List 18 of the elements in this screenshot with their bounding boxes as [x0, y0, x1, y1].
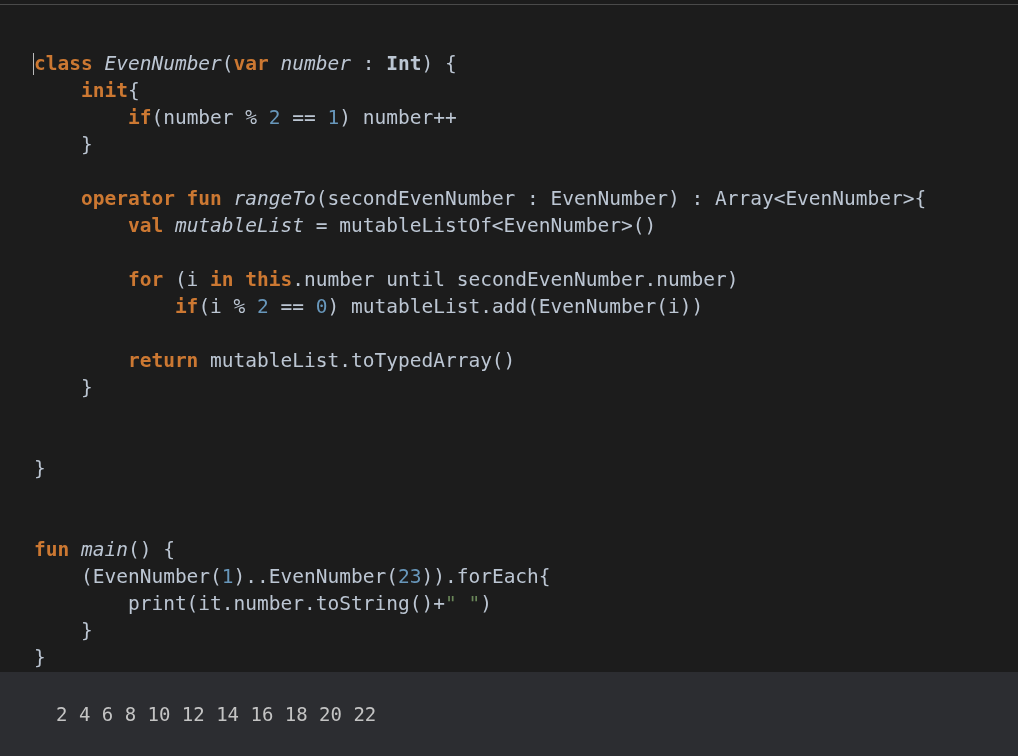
text-cursor — [33, 53, 34, 75]
code-line: (EvenNumber(1)..EvenNumber(23)).forEach{ — [79, 564, 551, 590]
code-line: val mutableList = mutableListOf<EvenNumber>() — [126, 213, 657, 239]
code-line: print(it.number.toString()+" ") — [126, 591, 492, 617]
code-line: } — [79, 132, 93, 158]
code-line: fun main() { — [34, 537, 175, 563]
program-output: 2 4 6 8 10 12 14 16 18 20 22 — [56, 703, 377, 725]
code-line: if(i % 2 == 0) mutableList.add(EvenNumber(i)) — [173, 294, 704, 320]
code-line: return mutableList.toTypedArray() — [126, 348, 516, 374]
code-line: class EvenNumber(var number : Int) { — [34, 51, 457, 77]
code-line: } — [79, 618, 93, 644]
code-line: init{ — [79, 78, 140, 104]
code-line: } — [34, 645, 46, 671]
code-line: operator fun rangeTo(secondEvenNumber : EvenNumber) : Array<EvenNumber>{ — [79, 186, 927, 212]
code-line: if(number % 2 == 1) number++ — [126, 105, 457, 131]
code-line: } — [34, 456, 46, 482]
code-line: } — [79, 375, 93, 401]
code-line: for (i in this.number until secondEvenNumber.number) — [126, 267, 739, 293]
